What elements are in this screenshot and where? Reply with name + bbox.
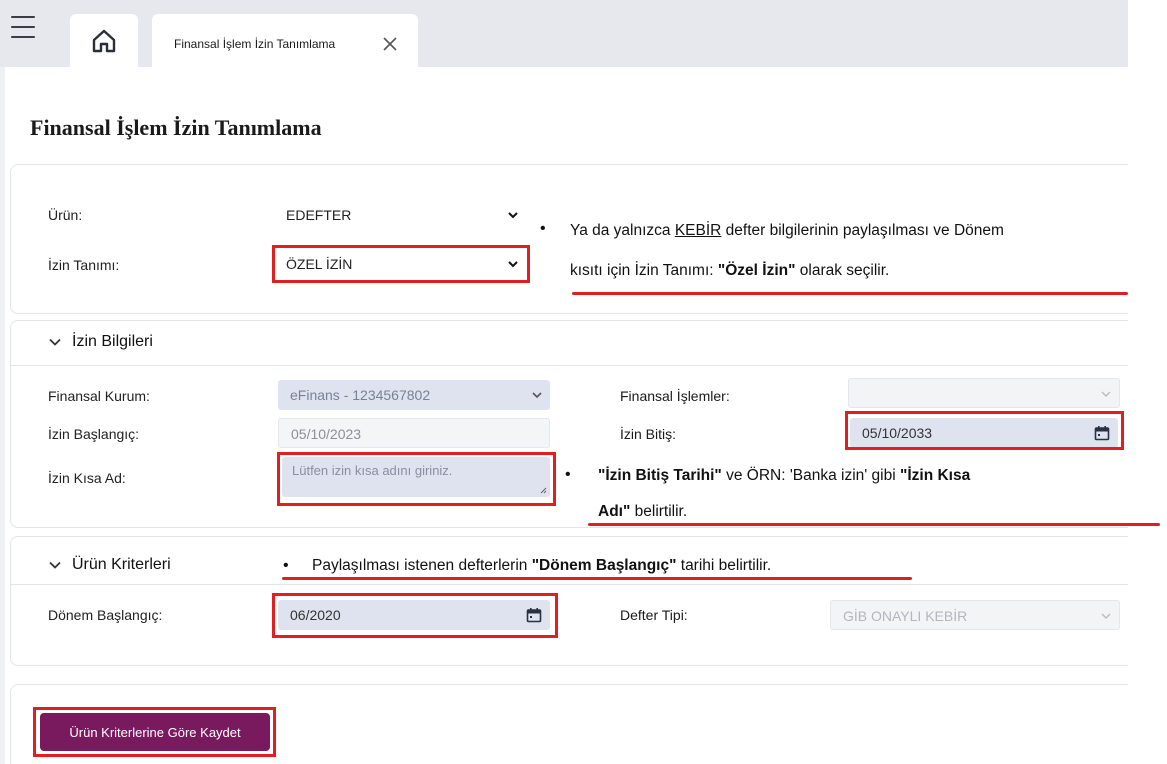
short-name-placeholder: Lütfen izin kısa adını giriniz. (292, 463, 453, 478)
bullet: • (565, 466, 571, 483)
underline-note2 (588, 523, 1160, 526)
bullet: • (540, 220, 546, 237)
divider (10, 365, 1128, 366)
top-bar: Finansal İşlem İzin Tanımlama (0, 0, 1128, 67)
chevron-down-icon (49, 338, 61, 346)
note-end-date-line1: "İzin Bitiş Tarihi" ve ÖRN: 'Banka izin'… (598, 467, 971, 484)
short-name-label: İzin Kısa Ad: (48, 470, 126, 486)
tab-financial-permission[interactable]: Finansal İşlem İzin Tanımlama (152, 14, 418, 67)
end-date-field[interactable]: 05/10/2033 (850, 418, 1118, 448)
start-date-field: 05/10/2023 (278, 418, 550, 448)
institution-label: Finansal Kurum: (48, 388, 150, 404)
permission-label: İzin Tanımı: (48, 257, 120, 273)
chevron-down-icon (49, 561, 61, 569)
resize-grip-icon[interactable] (539, 486, 547, 494)
calendar-icon[interactable] (1094, 425, 1110, 441)
divider (10, 584, 1128, 585)
section-product-criteria[interactable]: Ürün Kriterleri (48, 556, 171, 574)
start-date-value: 05/10/2023 (291, 426, 362, 442)
note-period-start: Paylaşılması istenen defterlerin "Dönem … (312, 557, 772, 574)
ledger-type-select[interactable]: GİB ONAYLI KEBİR (830, 600, 1120, 630)
underline-note1 (572, 292, 1128, 295)
page-title: Finansal İşlem İzin Tanımlama (30, 115, 322, 140)
left-edge (0, 67, 5, 764)
operations-label: Finansal İşlemler: (620, 388, 730, 404)
note-special-permission-line1: Ya da yalnızca KEBİR defter bilgilerinin… (570, 222, 1004, 239)
menu-icon[interactable] (11, 16, 35, 38)
period-start-field[interactable]: 06/2020 (278, 600, 550, 630)
underline-note3 (282, 577, 912, 580)
permission-select[interactable]: ÖZEL İZİN (278, 251, 526, 277)
chevron-down-icon (508, 212, 518, 219)
chevron-down-icon (532, 392, 542, 399)
save-by-criteria-button[interactable]: Ürün Kriterlerine Göre Kaydet (40, 713, 270, 751)
section-title: İzin Bilgileri (72, 333, 153, 350)
start-label: İzin Başlangıç: (48, 426, 140, 442)
home-button[interactable] (70, 14, 138, 67)
institution-value: eFinans - 1234567802 (290, 387, 431, 403)
note-special-permission-line2: kısıtı için İzin Tanımı: "Özel İzin" ola… (570, 262, 890, 279)
period-start-value: 06/2020 (290, 607, 341, 623)
chevron-down-icon (1101, 613, 1111, 619)
product-value: EDEFTER (286, 207, 352, 223)
institution-select[interactable]: eFinans - 1234567802 (278, 380, 550, 410)
permission-value: ÖZEL İZİN (286, 256, 353, 272)
home-icon (92, 29, 116, 52)
short-name-input[interactable]: Lütfen izin kısa adını giriniz. (282, 457, 550, 497)
end-date-value: 05/10/2033 (862, 425, 933, 441)
calendar-icon[interactable] (526, 607, 542, 623)
operations-select[interactable] (848, 378, 1120, 408)
note-end-date-line2: Adı" belirtilir. (598, 503, 688, 520)
section-title: Ürün Kriterleri (72, 556, 171, 573)
end-label: İzin Bitiş: (620, 426, 677, 442)
product-select[interactable]: EDEFTER (278, 202, 526, 228)
close-icon[interactable] (380, 34, 400, 54)
period-start-label: Dönem Başlangıç: (48, 607, 163, 623)
tab-label: Finansal İşlem İzin Tanımlama (174, 37, 336, 51)
chevron-down-icon (1101, 391, 1111, 397)
product-label: Ürün: (48, 207, 83, 223)
chevron-down-icon (508, 261, 518, 268)
ledger-type-label: Defter Tipi: (620, 607, 688, 623)
bullet: • (283, 557, 289, 574)
ledger-type-value: GİB ONAYLI KEBİR (843, 608, 968, 624)
section-permission-info[interactable]: İzin Bilgileri (48, 333, 153, 351)
